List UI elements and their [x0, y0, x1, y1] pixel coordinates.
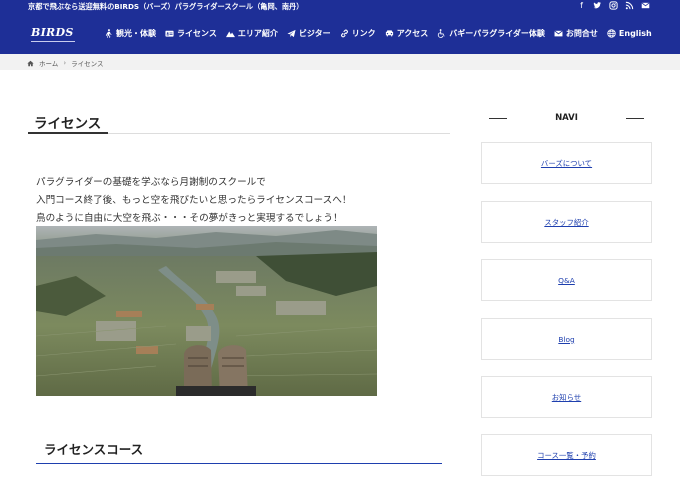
social-links: f: [577, 1, 650, 10]
site-logo[interactable]: BIRDS: [31, 26, 75, 42]
nav-item-buggy[interactable]: バギーパラグライダー体験: [437, 28, 545, 39]
sidebar-link[interactable]: お知らせ: [552, 392, 581, 403]
nav-item-area[interactable]: エリア紹介: [225, 28, 278, 39]
sidebar-heading: NAVI: [481, 110, 652, 128]
page-title-text: ライセンス: [34, 116, 102, 132]
sidebar-link[interactable]: バーズについて: [541, 158, 592, 169]
intro-line: 入門コース終了後、もっと空を飛びたいと思ったらライセンスコースへ！: [36, 195, 352, 206]
nav-label: アクセス: [396, 29, 429, 38]
paper-plane-icon: [287, 29, 296, 38]
nav-item-access[interactable]: アクセス: [385, 28, 429, 39]
intro-text: パラグライダーの基礎を学ぶなら月謝制のスクールで 入門コース終了後、もっと空を飛…: [36, 174, 351, 228]
nav-item-license[interactable]: ライセンス: [165, 28, 217, 39]
wheelchair-icon: [438, 29, 445, 38]
sidebar-link[interactable]: Blog: [558, 335, 574, 344]
facebook-icon[interactable]: f: [577, 1, 586, 10]
sidebar: NAVI バーズについて スタッフ紹介 Q&A Blog お知らせ コース一覧・…: [481, 110, 652, 476]
walking-person-icon: [105, 29, 112, 38]
heading-line: [626, 118, 644, 119]
main-navbar: BIRDS 観光・体験 ライセンス エリア紹介 ビジター リンク アクセス バギ…: [0, 14, 680, 54]
nav-label: ビジター: [298, 29, 331, 38]
sidebar-item-blog[interactable]: Blog: [481, 318, 652, 360]
link-icon: [340, 29, 348, 38]
nav-label: 観光・体験: [116, 29, 156, 38]
nav-label: リンク: [351, 29, 376, 38]
page-title: ライセンス: [28, 110, 450, 134]
title-underline: [28, 132, 108, 134]
breadcrumb-bar: ホーム › ライセンス: [0, 54, 680, 70]
nav-item-sightseeing[interactable]: 観光・体験: [104, 28, 156, 39]
nav-label: ライセンス: [177, 29, 217, 38]
sidebar-link[interactable]: コース一覧・予約: [537, 450, 596, 461]
section-title-text: ライセンスコース: [44, 442, 144, 457]
instagram-icon[interactable]: [609, 1, 618, 10]
sidebar-item-news[interactable]: お知らせ: [481, 376, 652, 418]
sidebar-item-courses[interactable]: コース一覧・予約: [481, 434, 652, 476]
globe-icon: [607, 29, 616, 38]
breadcrumb: ホーム › ライセンス: [27, 58, 104, 68]
twitter-icon[interactable]: [593, 1, 602, 10]
section-title: ライセンスコース: [36, 436, 442, 464]
home-icon: [27, 60, 34, 66]
rss-icon[interactable]: [625, 1, 634, 10]
nav-label: お問合せ: [565, 29, 598, 38]
global-nav: 観光・体験 ライセンス エリア紹介 ビジター リンク アクセス バギーパラグライ…: [104, 28, 652, 39]
mail-icon[interactable]: [641, 1, 650, 10]
car-icon: [385, 30, 393, 37]
sidebar-item-qa[interactable]: Q&A: [481, 259, 652, 301]
nav-label: エリア紹介: [237, 29, 278, 38]
sidebar-link[interactable]: スタッフ紹介: [544, 217, 588, 228]
aerial-photo: [36, 226, 377, 396]
nav-item-contact[interactable]: お問合せ: [554, 28, 598, 39]
nav-item-link[interactable]: リンク: [340, 28, 376, 39]
breadcrumb-home[interactable]: ホーム: [39, 58, 58, 68]
mountain-icon: [225, 31, 235, 38]
nav-label: バギーパラグライダー体験: [449, 29, 545, 38]
nav-item-english[interactable]: English: [607, 28, 652, 39]
intro-line: パラグライダーの基礎を学ぶなら月謝制のスクールで: [36, 177, 266, 188]
sidebar-link[interactable]: Q&A: [558, 276, 575, 285]
breadcrumb-current: ライセンス: [71, 60, 104, 68]
id-card-icon: [165, 30, 174, 37]
nav-item-visitor[interactable]: ビジター: [287, 28, 331, 39]
site-tagline: 京都で飛ぶなら送迎無料のBIRDS（バーズ）パラグライダースクール（亀岡、南丹）: [28, 2, 304, 11]
nav-label: English: [618, 29, 652, 38]
envelope-icon: [554, 30, 563, 37]
top-bar: 京都で飛ぶなら送迎無料のBIRDS（バーズ）パラグライダースクール（亀岡、南丹）…: [0, 0, 680, 14]
chevron-right-icon: ›: [63, 59, 67, 67]
sidebar-item-about[interactable]: バーズについて: [481, 142, 652, 184]
sidebar-item-staff[interactable]: スタッフ紹介: [481, 201, 652, 243]
